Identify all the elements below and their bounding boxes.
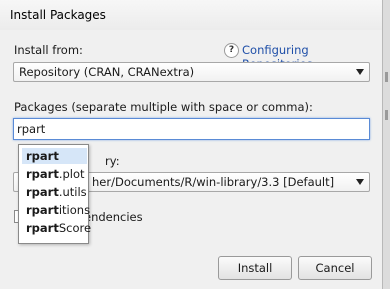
- install-dependencies-label: endencies: [84, 210, 143, 224]
- library-value: her/Documents/R/win-library/3.3 [Default…: [92, 175, 335, 189]
- dialog-title: Install Packages: [10, 8, 106, 22]
- dropdown-arrow-icon: [356, 179, 364, 185]
- packages-label: Packages (separate multiple with space o…: [14, 100, 313, 114]
- edge-mark: [385, 72, 388, 82]
- install-from-label: Install from:: [14, 43, 83, 57]
- background-window-edge: [383, 0, 390, 289]
- autocomplete-item[interactable]: rpart.utils: [22, 184, 87, 200]
- autocomplete-popup: rpart rpart.plot rpart.utils rpartitions…: [18, 144, 91, 244]
- install-from-value: Repository (CRAN, CRANextra): [19, 65, 195, 79]
- title-bar: Install Packages: [0, 0, 382, 30]
- packages-input-value: rpart: [17, 122, 46, 136]
- cancel-button[interactable]: Cancel: [298, 256, 372, 280]
- install-from-select[interactable]: Repository (CRAN, CRANextra): [13, 62, 370, 82]
- packages-input[interactable]: rpart: [13, 118, 370, 140]
- autocomplete-item[interactable]: rpart.plot: [22, 166, 87, 182]
- autocomplete-item[interactable]: rpartitions: [22, 202, 90, 218]
- edge-mark: [385, 110, 388, 120]
- dropdown-arrow-icon: [356, 69, 364, 75]
- autocomplete-item[interactable]: rpartScore: [22, 220, 91, 236]
- autocomplete-item[interactable]: rpart: [22, 148, 87, 164]
- library-label: ry:: [105, 154, 120, 168]
- install-packages-dialog: Install Packages Install from: ? Configu…: [0, 0, 383, 289]
- install-button[interactable]: Install: [218, 256, 292, 280]
- question-icon[interactable]: ?: [224, 43, 239, 58]
